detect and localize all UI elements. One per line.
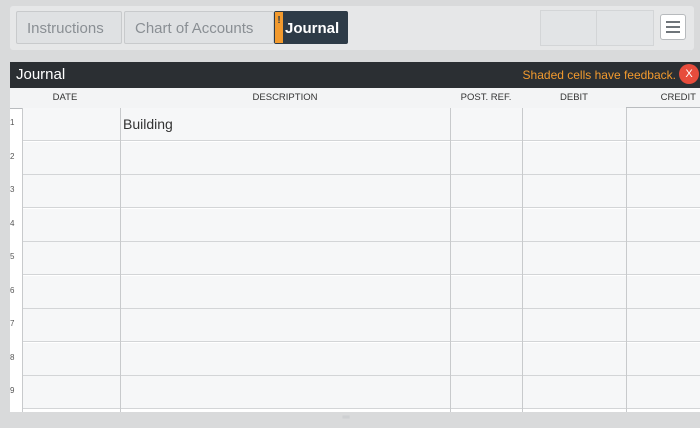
date-cell[interactable] xyxy=(23,208,120,242)
debit-cell[interactable] xyxy=(523,141,626,175)
debit-cell[interactable] xyxy=(523,342,626,376)
panel-header: Journal Shaded cells have feedback. X xyxy=(10,62,700,88)
description-cell[interactable] xyxy=(121,208,450,242)
date-cell[interactable] xyxy=(23,342,120,376)
debit-cell[interactable] xyxy=(523,275,626,309)
col-date-header: DATE xyxy=(10,88,120,109)
tab-journal-label: Journal xyxy=(285,20,340,37)
col-description-header: DESCRIPTION xyxy=(120,88,450,109)
debit-cell[interactable] xyxy=(523,208,626,242)
credit-cell[interactable] xyxy=(627,208,700,242)
ghost-box-2 xyxy=(596,10,654,46)
menu-icon-line xyxy=(666,26,680,28)
tab-chart-of-accounts[interactable]: Chart of Accounts xyxy=(124,11,274,44)
postref-cell[interactable] xyxy=(451,376,522,409)
ghost-box-1 xyxy=(540,10,598,46)
row-number: 1 xyxy=(10,118,15,127)
menu-icon-line xyxy=(666,31,680,33)
row-number: 6 xyxy=(10,285,15,295)
row-number: 3 xyxy=(10,185,15,194)
credit-cell[interactable] xyxy=(627,309,700,342)
description-cell[interactable] xyxy=(121,175,450,208)
top-toolbar: Instructions Chart of Accounts ! Journal xyxy=(10,6,694,50)
postref-cell[interactable] xyxy=(451,309,522,342)
date-cell[interactable] xyxy=(23,242,120,275)
row-number: 2 xyxy=(10,151,15,161)
date-cell[interactable] xyxy=(23,175,120,208)
debit-cell[interactable] xyxy=(523,309,626,342)
description-cell[interactable]: Building xyxy=(121,108,450,141)
postref-cell[interactable] xyxy=(451,141,522,175)
credit-cell[interactable] xyxy=(627,242,700,275)
credit-cell[interactable] xyxy=(627,175,700,208)
col-debit-header: DEBIT xyxy=(522,88,626,109)
panel-title: Journal xyxy=(16,66,66,83)
menu-button[interactable] xyxy=(660,14,686,40)
credit-cell[interactable] xyxy=(627,275,700,309)
row-number: 8 xyxy=(10,352,15,362)
description-cell[interactable] xyxy=(121,275,450,309)
row-number: 4 xyxy=(10,218,15,228)
close-icon[interactable]: X xyxy=(679,64,699,84)
description-cell[interactable] xyxy=(121,342,450,376)
debit-cell[interactable] xyxy=(523,376,626,409)
debit-cell[interactable] xyxy=(523,108,626,141)
postref-cell[interactable] xyxy=(451,175,522,208)
feedback-flag-icon: ! xyxy=(275,12,283,43)
description-text: Building xyxy=(123,116,173,132)
credit-cell[interactable] xyxy=(627,141,700,175)
postref-cell[interactable] xyxy=(451,208,522,242)
debit-cell[interactable] xyxy=(523,242,626,275)
col-postref-header: POST. REF. xyxy=(450,88,522,109)
date-cell[interactable] xyxy=(23,275,120,309)
journal-panel: Journal Shaded cells have feedback. X DA… xyxy=(10,62,700,412)
date-cell[interactable] xyxy=(23,376,120,409)
description-cell[interactable] xyxy=(121,309,450,342)
credit-cell[interactable] xyxy=(627,342,700,376)
credit-cell[interactable] xyxy=(627,376,700,409)
postref-cell[interactable] xyxy=(451,275,522,309)
date-cell[interactable] xyxy=(23,141,120,175)
tab-instructions[interactable]: Instructions xyxy=(16,11,122,44)
resize-handle-icon[interactable]: ═ xyxy=(334,412,358,423)
menu-icon-line xyxy=(666,21,680,23)
postref-cell[interactable] xyxy=(451,342,522,376)
credit-cell[interactable] xyxy=(627,108,700,141)
date-cell[interactable] xyxy=(23,108,120,141)
date-cell[interactable] xyxy=(23,309,120,342)
description-cell[interactable] xyxy=(121,242,450,275)
journal-grid: DATE DESCRIPTION POST. REF. DEBIT CREDIT… xyxy=(10,88,700,412)
row-number: 7 xyxy=(10,319,15,328)
description-cell[interactable] xyxy=(121,141,450,175)
feedback-note: Shaded cells have feedback. xyxy=(522,68,676,82)
postref-cell[interactable] xyxy=(451,108,522,141)
debit-cell[interactable] xyxy=(523,175,626,208)
row-number: 5 xyxy=(10,252,15,261)
description-cell[interactable] xyxy=(121,376,450,409)
tab-journal[interactable]: ! Journal xyxy=(274,11,348,44)
col-credit-header: CREDIT xyxy=(626,88,700,108)
postref-cell[interactable] xyxy=(451,242,522,275)
row-number: 9 xyxy=(10,386,15,395)
